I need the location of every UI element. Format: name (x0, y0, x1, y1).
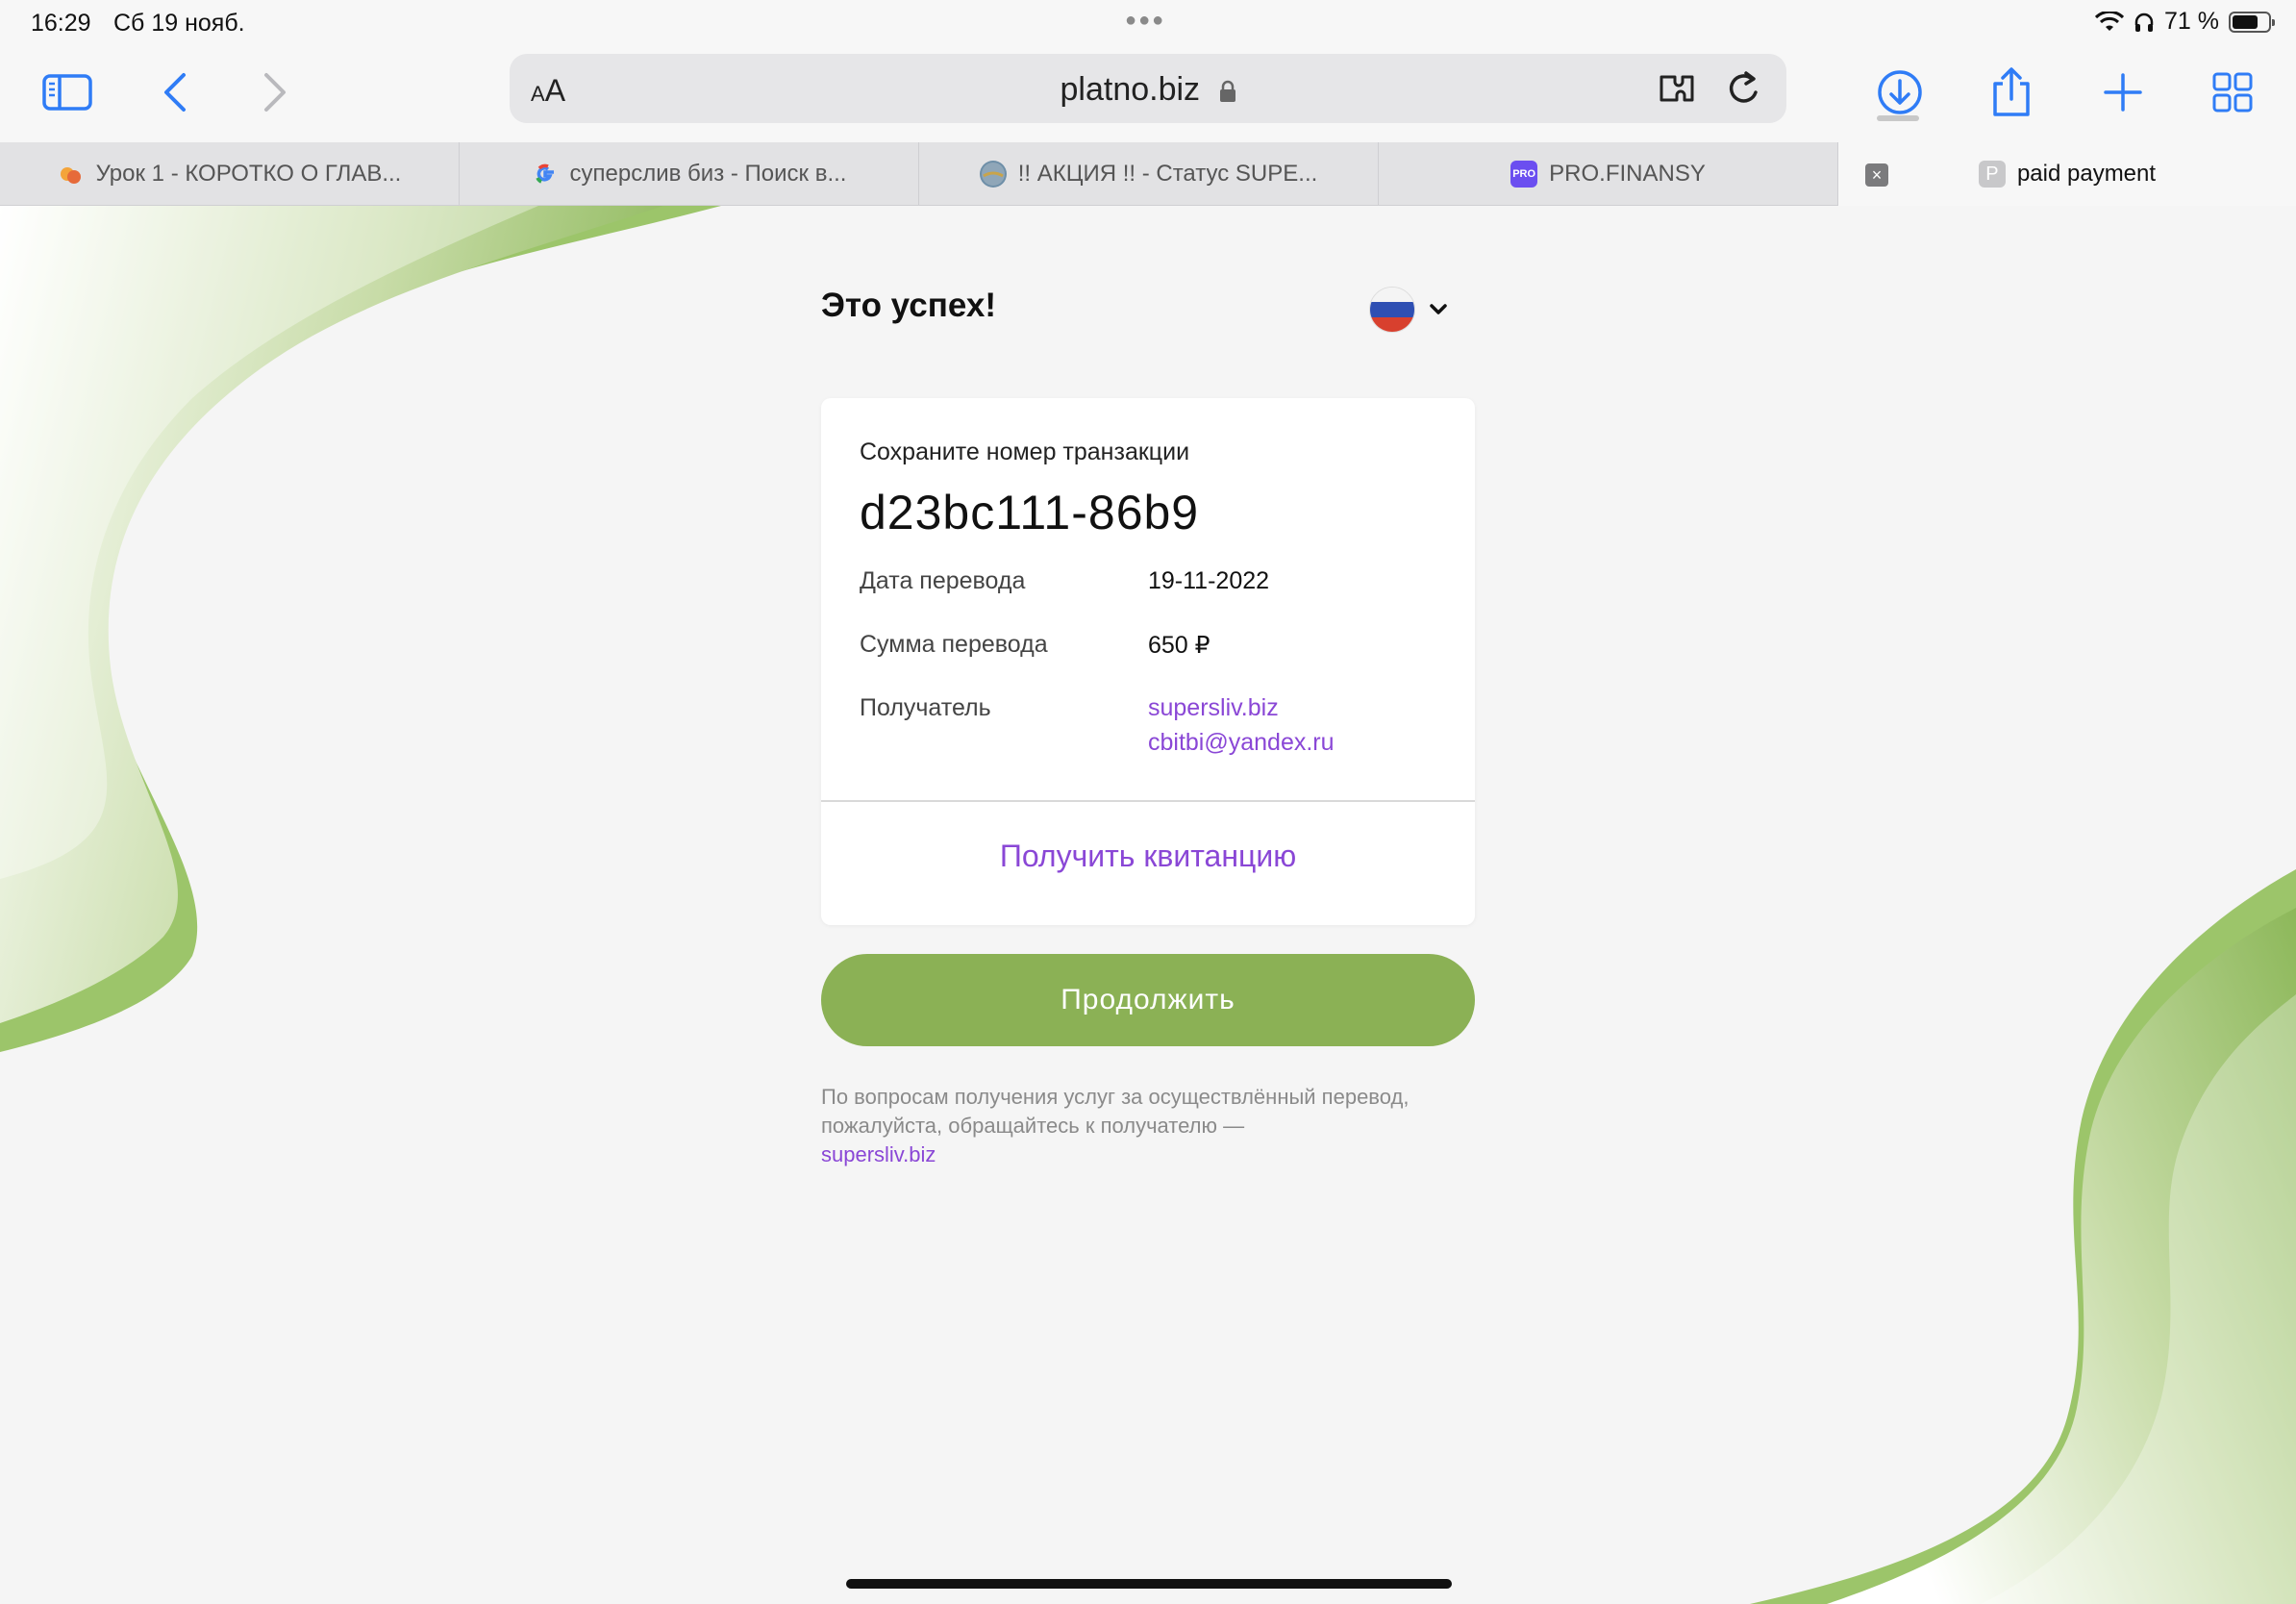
share-icon[interactable] (1981, 62, 2042, 123)
reload-icon[interactable] (1725, 67, 1763, 110)
status-indicators: 71 % (2095, 8, 2275, 36)
tab-title: PRO.FINANSY (1549, 161, 1706, 187)
date-value: 19-11-2022 (1148, 567, 1270, 594)
tab-profinansy[interactable]: PRO PRO.FINANSY (1379, 142, 1838, 206)
amount-value: 650 ₽ (1148, 632, 1210, 659)
battery-level-fill (2233, 14, 2258, 29)
status-date: Сб 19 нояб. (113, 10, 245, 37)
p-favicon-icon: P (1978, 161, 2006, 188)
tab-title: суперслив биз - Поиск в... (569, 161, 847, 187)
recipient-site-link[interactable]: supersliv.biz (1148, 694, 1279, 722)
card-divider (821, 800, 1475, 802)
wifi-icon (2095, 11, 2125, 31)
status-bar: 16:29 Сб 19 нояб. ●●● 71 % (0, 0, 2296, 46)
tab-paid-payment[interactable]: × P paid payment (1838, 142, 2296, 206)
save-transaction-label: Сохраните номер транзакции (860, 439, 1190, 465)
page-title: Это успех! (821, 287, 997, 324)
transaction-id: d23bc111-86b9 (860, 486, 1200, 539)
browser-toolbar: AA platno.biz (0, 46, 2296, 142)
address-bar[interactable]: AA platno.biz (510, 54, 1786, 123)
extensions-icon[interactable] (1656, 67, 1698, 110)
tab-title: !! АКЦИЯ !! - Статус SUPE... (1017, 161, 1318, 187)
right-wave-decoration (1750, 869, 2296, 1604)
amount-label: Сумма перевода (860, 631, 1048, 658)
url-text: platno.biz (1060, 71, 1201, 108)
globe-favicon-icon (979, 161, 1007, 188)
back-icon[interactable] (144, 62, 206, 123)
transaction-card: Сохраните номер транзакции d23bc111-86b9… (821, 398, 1475, 925)
home-indicator[interactable] (846, 1579, 1452, 1589)
headphones-icon (2134, 13, 2154, 32)
support-note-text: По вопросам получения услуг за осуществл… (821, 1085, 1410, 1138)
cloud-favicon-icon (58, 161, 85, 188)
url-field[interactable]: platno.biz (510, 71, 1786, 109)
recipient-email-link[interactable]: cbitbi@yandex.ru (1148, 729, 1335, 757)
battery-percent: 71 % (2164, 8, 2219, 35)
tab-overview-icon[interactable] (2202, 62, 2263, 123)
tab-google-search[interactable]: суперслив биз - Поиск в... (460, 142, 919, 206)
lock-icon (1219, 80, 1235, 103)
language-selector[interactable] (1369, 287, 1448, 333)
support-note-link[interactable]: supersliv.biz (821, 1142, 936, 1166)
sidebar-icon[interactable] (37, 62, 98, 123)
status-time: 16:29 (31, 10, 91, 37)
battery-icon (2229, 11, 2275, 33)
continue-button[interactable]: Продолжить (821, 954, 1475, 1046)
tab-bar: Урок 1 - КОРОТКО О ГЛАВ... суперслив биз… (0, 142, 2296, 206)
new-tab-icon[interactable] (2092, 62, 2154, 123)
get-receipt-button[interactable]: Получить квитанцию (821, 839, 1475, 874)
left-wave-decoration (0, 206, 721, 1052)
date-label: Дата перевода (860, 567, 1026, 594)
google-favicon-icon (532, 161, 559, 188)
forward-icon[interactable] (244, 62, 306, 123)
chevron-down-icon (1430, 304, 1447, 314)
tab-promo[interactable]: !! АКЦИЯ !! - Статус SUPE... (919, 142, 1379, 206)
tab-lesson[interactable]: Урок 1 - КОРОТКО О ГЛАВ... (0, 142, 460, 206)
support-note: По вопросам получения услуг за осуществл… (821, 1083, 1436, 1169)
download-progress-indicator (1877, 115, 1919, 121)
multitasking-dots-icon[interactable]: ●●● (1125, 10, 1165, 32)
tab-title: Урок 1 - КОРОТКО О ГЛАВ... (95, 161, 402, 187)
profinansy-favicon-icon: PRO (1510, 161, 1538, 188)
web-page: Это успех! Сохраните номер транзакции d2… (0, 206, 2296, 1604)
close-tab-icon[interactable]: × (1865, 163, 1888, 187)
downloads-icon[interactable] (1869, 62, 1931, 123)
tab-title: paid payment (2016, 161, 2157, 187)
russia-flag-icon (1369, 287, 1415, 333)
recipient-label: Получатель (860, 694, 991, 721)
